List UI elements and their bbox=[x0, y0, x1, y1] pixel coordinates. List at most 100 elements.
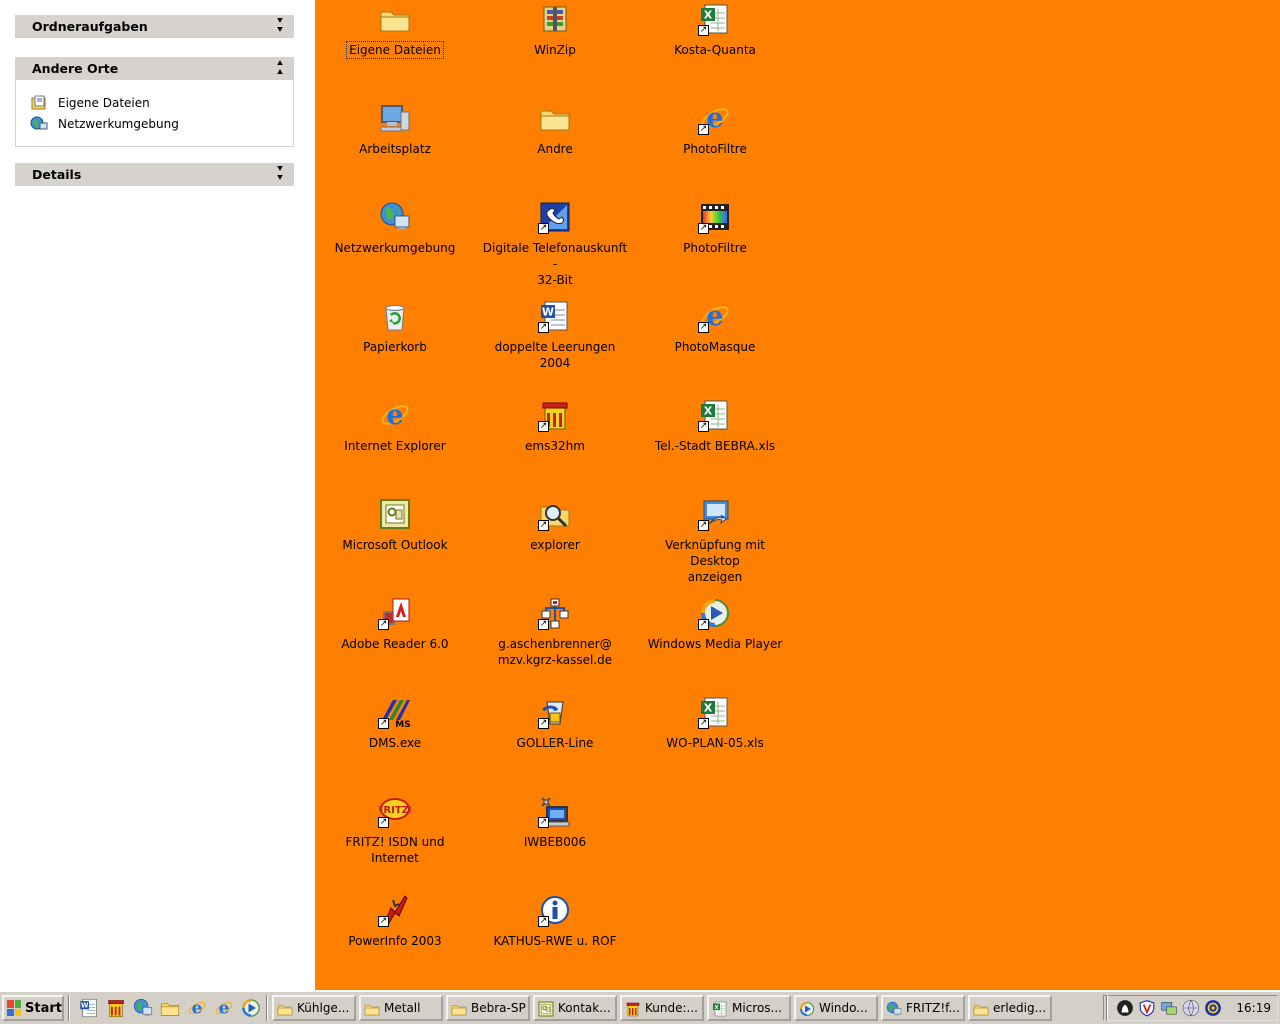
antivirus-icon[interactable] bbox=[1138, 999, 1156, 1017]
globe-tray-icon[interactable] bbox=[1182, 999, 1200, 1017]
explorer-icon: ↗ bbox=[538, 497, 572, 531]
info-icon: ↗ bbox=[538, 893, 572, 927]
desktop-icon[interactable]: X ↗ Kosta-Quanta bbox=[640, 2, 790, 58]
quicklaunch-ie-icon[interactable]: e bbox=[213, 997, 235, 1019]
desktop-icon[interactable]: ↗ explorer bbox=[480, 497, 630, 553]
desktop-icon[interactable]: e Internet Explorer bbox=[320, 398, 470, 454]
svg-text:MS: MS bbox=[395, 720, 410, 728]
desktop-icon[interactable]: MS ↗ DMS.exe bbox=[320, 695, 470, 751]
shortcut-arrow-icon: ↗ bbox=[698, 619, 709, 630]
taskbar-button[interactable]: Kontak... bbox=[533, 995, 617, 1021]
taskbar-button-label: Metall bbox=[384, 1001, 421, 1015]
desktop-icon[interactable]: Arbeitsplatz bbox=[320, 101, 470, 157]
desktop-icon[interactable]: ↗ ems32hm bbox=[480, 398, 630, 454]
taskbar-button[interactable]: Bebra-SP bbox=[446, 995, 530, 1021]
shortcut-arrow-icon: ↗ bbox=[538, 619, 549, 630]
shortcut-arrow-icon: ↗ bbox=[378, 916, 389, 927]
network-tray-icon[interactable] bbox=[1160, 999, 1178, 1017]
desktop-icon[interactable]: Eigene Dateien bbox=[320, 2, 470, 59]
group-header-ordneraufgaben[interactable]: Ordneraufgaben ⯆ ⯆ bbox=[15, 15, 294, 38]
shortcut-arrow-icon: ↗ bbox=[378, 718, 389, 729]
desktop-icon[interactable]: Papierkorb bbox=[320, 299, 470, 355]
quicklaunch-media-player-icon[interactable] bbox=[240, 997, 262, 1019]
desktop[interactable]: Eigene Dateien WinZip X ↗ Kosta-Quanta Arbeit… bbox=[315, 0, 1280, 990]
desktop-icon[interactable]: W ↗ doppelte Leerungen 2004 bbox=[480, 299, 630, 371]
shortcut-arrow-icon: ↗ bbox=[538, 322, 549, 333]
desktop-icon[interactable]: e ↗ PhotoFiltre bbox=[640, 101, 790, 157]
taskbar-button[interactable]: Windo... bbox=[794, 995, 878, 1021]
start-button[interactable]: Start bbox=[2, 995, 64, 1021]
clock[interactable]: 16:19 bbox=[1236, 1001, 1271, 1015]
shortcut-arrow-icon: ↗ bbox=[698, 718, 709, 729]
link-netzwerkumgebung[interactable]: Netzwerkumgebung bbox=[30, 113, 293, 134]
desktop-icon[interactable]: Microsoft Outlook bbox=[320, 497, 470, 553]
taskbar-button-label: erledig... bbox=[993, 1001, 1047, 1015]
desktop-icon[interactable]: ↗ PhotoFiltre bbox=[640, 200, 790, 256]
tray-separator bbox=[1106, 995, 1109, 1021]
taskbar-button[interactable]: Kunde:... bbox=[620, 995, 704, 1021]
computer-icon bbox=[378, 101, 412, 135]
ems-icon bbox=[625, 1001, 641, 1017]
ie-icon: e ↗ bbox=[698, 101, 732, 135]
network-tree-icon: ↗ bbox=[538, 596, 572, 630]
desktop-icon[interactable]: FRITZ!↗ FRITZ! ISDN und Internet bbox=[320, 794, 470, 866]
desktop-icon-label: GOLLER-Line bbox=[516, 736, 594, 750]
desktop-icon-label: Kosta-Quanta bbox=[674, 43, 756, 57]
desktop-icon[interactable]: ↗ Adobe Reader 6.0 bbox=[320, 596, 470, 652]
chevron-up-icon[interactable]: ⯅ ⯅ bbox=[274, 59, 286, 78]
taskbar-button[interactable]: X Micros... bbox=[707, 995, 791, 1021]
chevron-down-icon[interactable]: ⯆ ⯆ bbox=[274, 17, 286, 36]
powerinfo-icon: ↗ bbox=[378, 893, 412, 927]
network-icon bbox=[30, 116, 48, 132]
desktop-icon-label: PhotoMasque bbox=[674, 340, 756, 354]
group-header-details[interactable]: Details ⯆ ⯆ bbox=[15, 163, 294, 186]
link-eigene-dateien[interactable]: Eigene Dateien bbox=[30, 92, 293, 113]
tray-app-icon[interactable] bbox=[1116, 999, 1134, 1017]
svg-text:X: X bbox=[704, 405, 713, 418]
desktop-icon[interactable]: X ↗ Tel.-Stadt BEBRA.xls bbox=[640, 398, 790, 454]
group-header-andere-orte[interactable]: Andere Orte ⯅ ⯅ bbox=[15, 57, 294, 80]
excel-icon: X bbox=[712, 1001, 728, 1017]
desktop-icon[interactable]: ↗ IWBEB006 bbox=[480, 794, 630, 850]
desktop-icon[interactable]: ↗ GOLLER-Line bbox=[480, 695, 630, 751]
outlook-icon bbox=[378, 497, 412, 531]
shortcut-arrow-icon: ↗ bbox=[698, 520, 709, 531]
desktop-icon-label: Internet Explorer bbox=[344, 439, 446, 453]
quicklaunch-network-icon[interactable] bbox=[132, 997, 154, 1019]
taskbar-button-label: FRITZ!f... bbox=[906, 1001, 960, 1015]
taskbar-button[interactable]: Kühlge... bbox=[272, 995, 356, 1021]
quicklaunch-ems-icon[interactable] bbox=[105, 997, 127, 1019]
desktop-icon[interactable]: WinZip bbox=[480, 2, 630, 58]
desktop-icon[interactable]: ↗ PowerInfo 2003 bbox=[320, 893, 470, 949]
desktop-icon[interactable]: X ↗ WO-PLAN-05.xls bbox=[640, 695, 790, 751]
desktop-icon-label: PhotoFiltre bbox=[683, 142, 747, 156]
shortcut-arrow-icon: ↗ bbox=[538, 421, 549, 432]
desktop-icon[interactable]: Netzwerkumgebung bbox=[320, 200, 470, 256]
taskbar-button-label: Kunde:... bbox=[645, 1001, 698, 1015]
desktop-icon[interactable]: ↗ KATHUS-RWE u. ROF bbox=[480, 893, 630, 949]
desktop-icon-label: Windows Media Player bbox=[647, 637, 783, 651]
fritz-icon: FRITZ!↗ bbox=[378, 794, 412, 828]
folder-icon bbox=[364, 1001, 380, 1016]
group-ordneraufgaben: Ordneraufgaben ⯆ ⯆ bbox=[15, 15, 294, 38]
desktop-icon[interactable]: ↗ Windows Media Player bbox=[640, 596, 790, 652]
group-title: Andere Orte bbox=[32, 61, 119, 76]
chevron-down-icon[interactable]: ⯆ ⯆ bbox=[274, 165, 286, 184]
taskbar-button[interactable]: Metall bbox=[359, 995, 443, 1021]
desktop-icon[interactable]: Andre bbox=[480, 101, 630, 157]
desktop-icon[interactable]: ↗ Verknüpfung mit Desktop anzeigen bbox=[640, 497, 790, 585]
quick-launch: Wee bbox=[78, 997, 262, 1019]
taskbar-button[interactable]: FRITZ!f... bbox=[881, 995, 965, 1021]
shortcut-arrow-icon: ↗ bbox=[538, 916, 549, 927]
quicklaunch-folder-icon[interactable] bbox=[159, 997, 181, 1019]
desktop-icon[interactable]: ↗ g.aschenbrenner@ mzv.kgrz-kassel.de bbox=[480, 596, 630, 668]
quicklaunch-word-icon[interactable]: W bbox=[78, 997, 100, 1019]
desktop-icon-label: Eigene Dateien bbox=[346, 41, 444, 59]
taskbar-button[interactable]: erledig... bbox=[968, 995, 1052, 1021]
outlook-icon bbox=[538, 1001, 554, 1017]
svg-text:e: e bbox=[386, 400, 403, 431]
tray-service-icon[interactable] bbox=[1204, 999, 1222, 1017]
quicklaunch-ie-icon[interactable]: e bbox=[186, 997, 208, 1019]
desktop-icon[interactable]: ↗ Digitale Telefonauskunft - 32-Bit bbox=[480, 200, 630, 288]
desktop-icon[interactable]: e ↗ PhotoMasque bbox=[640, 299, 790, 355]
